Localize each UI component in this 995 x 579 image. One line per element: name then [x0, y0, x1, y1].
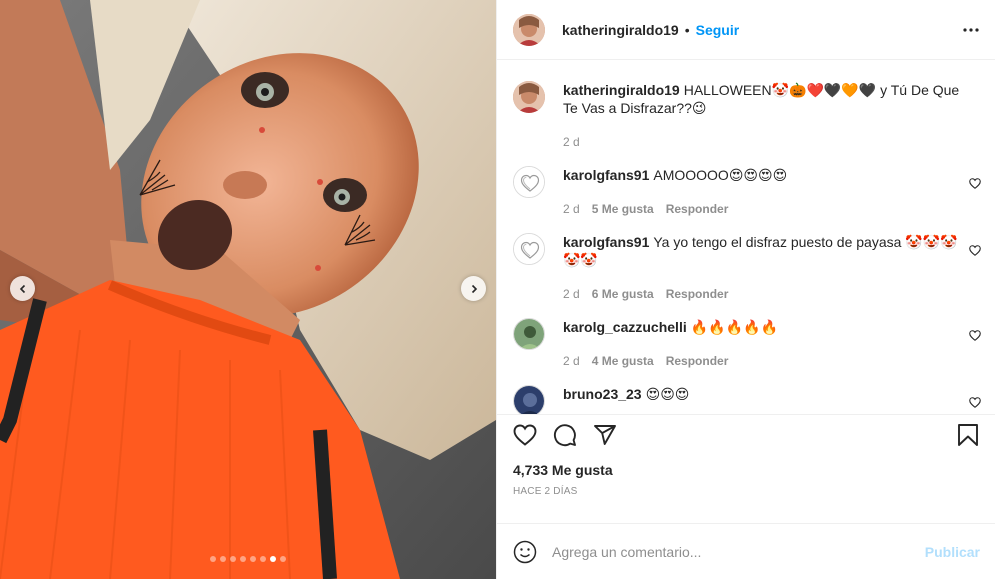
header-username[interactable]: katheringiraldo19: [562, 22, 679, 38]
chevron-left-icon: [19, 284, 25, 293]
comment-like-button[interactable]: [969, 395, 981, 411]
comment-item: karolgfans91 AMOOOOO😍😍😍😍 2 d 5 Me gusta Resp…: [497, 166, 995, 216]
share-button[interactable]: [593, 423, 617, 447]
follow-button[interactable]: Seguir: [696, 22, 740, 38]
heart-icon: [969, 397, 981, 408]
avatar[interactable]: [513, 318, 545, 350]
carousel-dot: [240, 556, 246, 562]
comment-time[interactable]: 2 d: [563, 202, 580, 216]
reply-button[interactable]: Responder: [666, 354, 729, 368]
publish-button[interactable]: Publicar: [925, 544, 980, 560]
avatar-photo: [513, 13, 545, 46]
comment-username[interactable]: karolgfans91: [563, 234, 649, 250]
carousel-next-button[interactable]: [461, 276, 486, 301]
caption-meta: 2 d: [563, 135, 973, 149]
avatar[interactable]: [513, 233, 545, 265]
like-button[interactable]: [513, 424, 537, 446]
comment-likes[interactable]: 5 Me gusta: [592, 202, 654, 216]
carousel-dot: [270, 556, 276, 562]
avatar-photo: [514, 386, 544, 414]
share-icon: [594, 424, 616, 445]
caption-text-block: katheringiraldo19 HALLOWEEN🤡🎃❤️🖤🧡🖤 y Tú D…: [563, 81, 973, 117]
emoji-button[interactable]: [513, 540, 537, 564]
reply-button[interactable]: Responder: [666, 202, 729, 216]
comment-meta: 2 d 4 Me gusta Responder: [563, 354, 979, 368]
carousel-indicator: [210, 556, 286, 562]
comment-like-button[interactable]: [969, 328, 981, 344]
save-button[interactable]: [957, 423, 979, 447]
comment-item: karolgfans91 Ya yo tengo el disfraz puest…: [497, 233, 995, 301]
comment-like-button[interactable]: [969, 176, 981, 192]
avatar[interactable]: [513, 166, 545, 198]
comment-like-button[interactable]: [969, 243, 981, 259]
avatar[interactable]: [513, 385, 545, 414]
heart-avatar-photo: [514, 167, 544, 197]
post-sidebar: katheringiraldo19 • Seguir katheringiral…: [496, 0, 995, 579]
heart-icon: [969, 245, 981, 256]
comment-meta: 2 d 5 Me gusta Responder: [563, 202, 979, 216]
post-caption: katheringiraldo19 HALLOWEEN🤡🎃❤️🖤🧡🖤 y Tú D…: [497, 60, 995, 149]
caption-username[interactable]: katheringiraldo19: [563, 82, 680, 98]
comment-button[interactable]: [553, 423, 577, 447]
comment-username[interactable]: karolg_cazzuchelli: [563, 319, 687, 335]
likes-count[interactable]: 4,733 Me gusta: [497, 454, 995, 478]
comment-likes[interactable]: 4 Me gusta: [592, 354, 654, 368]
chevron-right-icon: [471, 284, 477, 293]
comment-text: 🔥🔥🔥🔥🔥: [690, 319, 778, 335]
avatar[interactable]: [513, 13, 545, 46]
carousel-dot: [210, 556, 216, 562]
comment-text-block: bruno23_23 😍😍😍: [563, 385, 973, 403]
action-bar: [497, 414, 995, 454]
comment-username[interactable]: karolgfans91: [563, 167, 649, 183]
more-horizontal-icon: [963, 27, 979, 32]
comment-time[interactable]: 2 d: [563, 287, 580, 301]
header-separator: •: [684, 21, 690, 38]
carousel-dot: [280, 556, 286, 562]
reply-button[interactable]: Responder: [666, 287, 729, 301]
comment-text-block: karolgfans91 AMOOOOO😍😍😍😍: [563, 166, 973, 184]
post-media[interactable]: [0, 0, 496, 579]
comment-text-block: karolg_cazzuchelli 🔥🔥🔥🔥🔥: [563, 318, 973, 336]
bookmark-icon: [958, 423, 978, 446]
avatar[interactable]: [513, 81, 545, 113]
avatar-photo: [513, 81, 545, 113]
carousel-dot: [220, 556, 226, 562]
post-time-ago[interactable]: HACE 2 DÍAS: [497, 478, 995, 497]
post-dialog: katheringiraldo19 • Seguir katheringiral…: [0, 0, 995, 579]
comment-item: karolg_cazzuchelli 🔥🔥🔥🔥🔥 2 d 4 Me gusta Resp…: [497, 318, 995, 368]
comment-text: 😍😍😍: [645, 386, 690, 402]
comment-item: bruno23_23 😍😍😍: [497, 385, 995, 414]
emoji-icon: [513, 540, 537, 563]
comment-time[interactable]: 2 d: [563, 354, 580, 368]
heart-icon: [969, 330, 981, 341]
comment-input[interactable]: [552, 543, 925, 560]
comment-text-block: karolgfans91 Ya yo tengo el disfraz puest…: [563, 233, 973, 269]
comment-username[interactable]: bruno23_23: [563, 386, 642, 402]
comment-likes[interactable]: 6 Me gusta: [592, 287, 654, 301]
carousel-prev-button[interactable]: [10, 276, 35, 301]
comments-list[interactable]: katheringiraldo19 HALLOWEEN🤡🎃❤️🖤🧡🖤 y Tú D…: [497, 60, 995, 414]
comment-icon: [553, 423, 576, 446]
carousel-dot: [230, 556, 236, 562]
heart-icon: [969, 178, 981, 189]
heart-icon: [513, 424, 537, 446]
caption-time[interactable]: 2 d: [563, 135, 580, 149]
avatar-photo: [514, 319, 544, 349]
carousel-dot: [260, 556, 266, 562]
comment-meta: 2 d 6 Me gusta Responder: [563, 287, 979, 301]
add-comment-section: Publicar: [497, 523, 995, 579]
post-header: katheringiraldo19 • Seguir: [497, 0, 995, 60]
heart-avatar-photo: [514, 234, 544, 264]
post-photo: [0, 0, 496, 579]
comment-text: AMOOOOO😍😍😍😍: [653, 167, 788, 183]
carousel-dot: [250, 556, 256, 562]
more-options-button[interactable]: [963, 27, 979, 32]
